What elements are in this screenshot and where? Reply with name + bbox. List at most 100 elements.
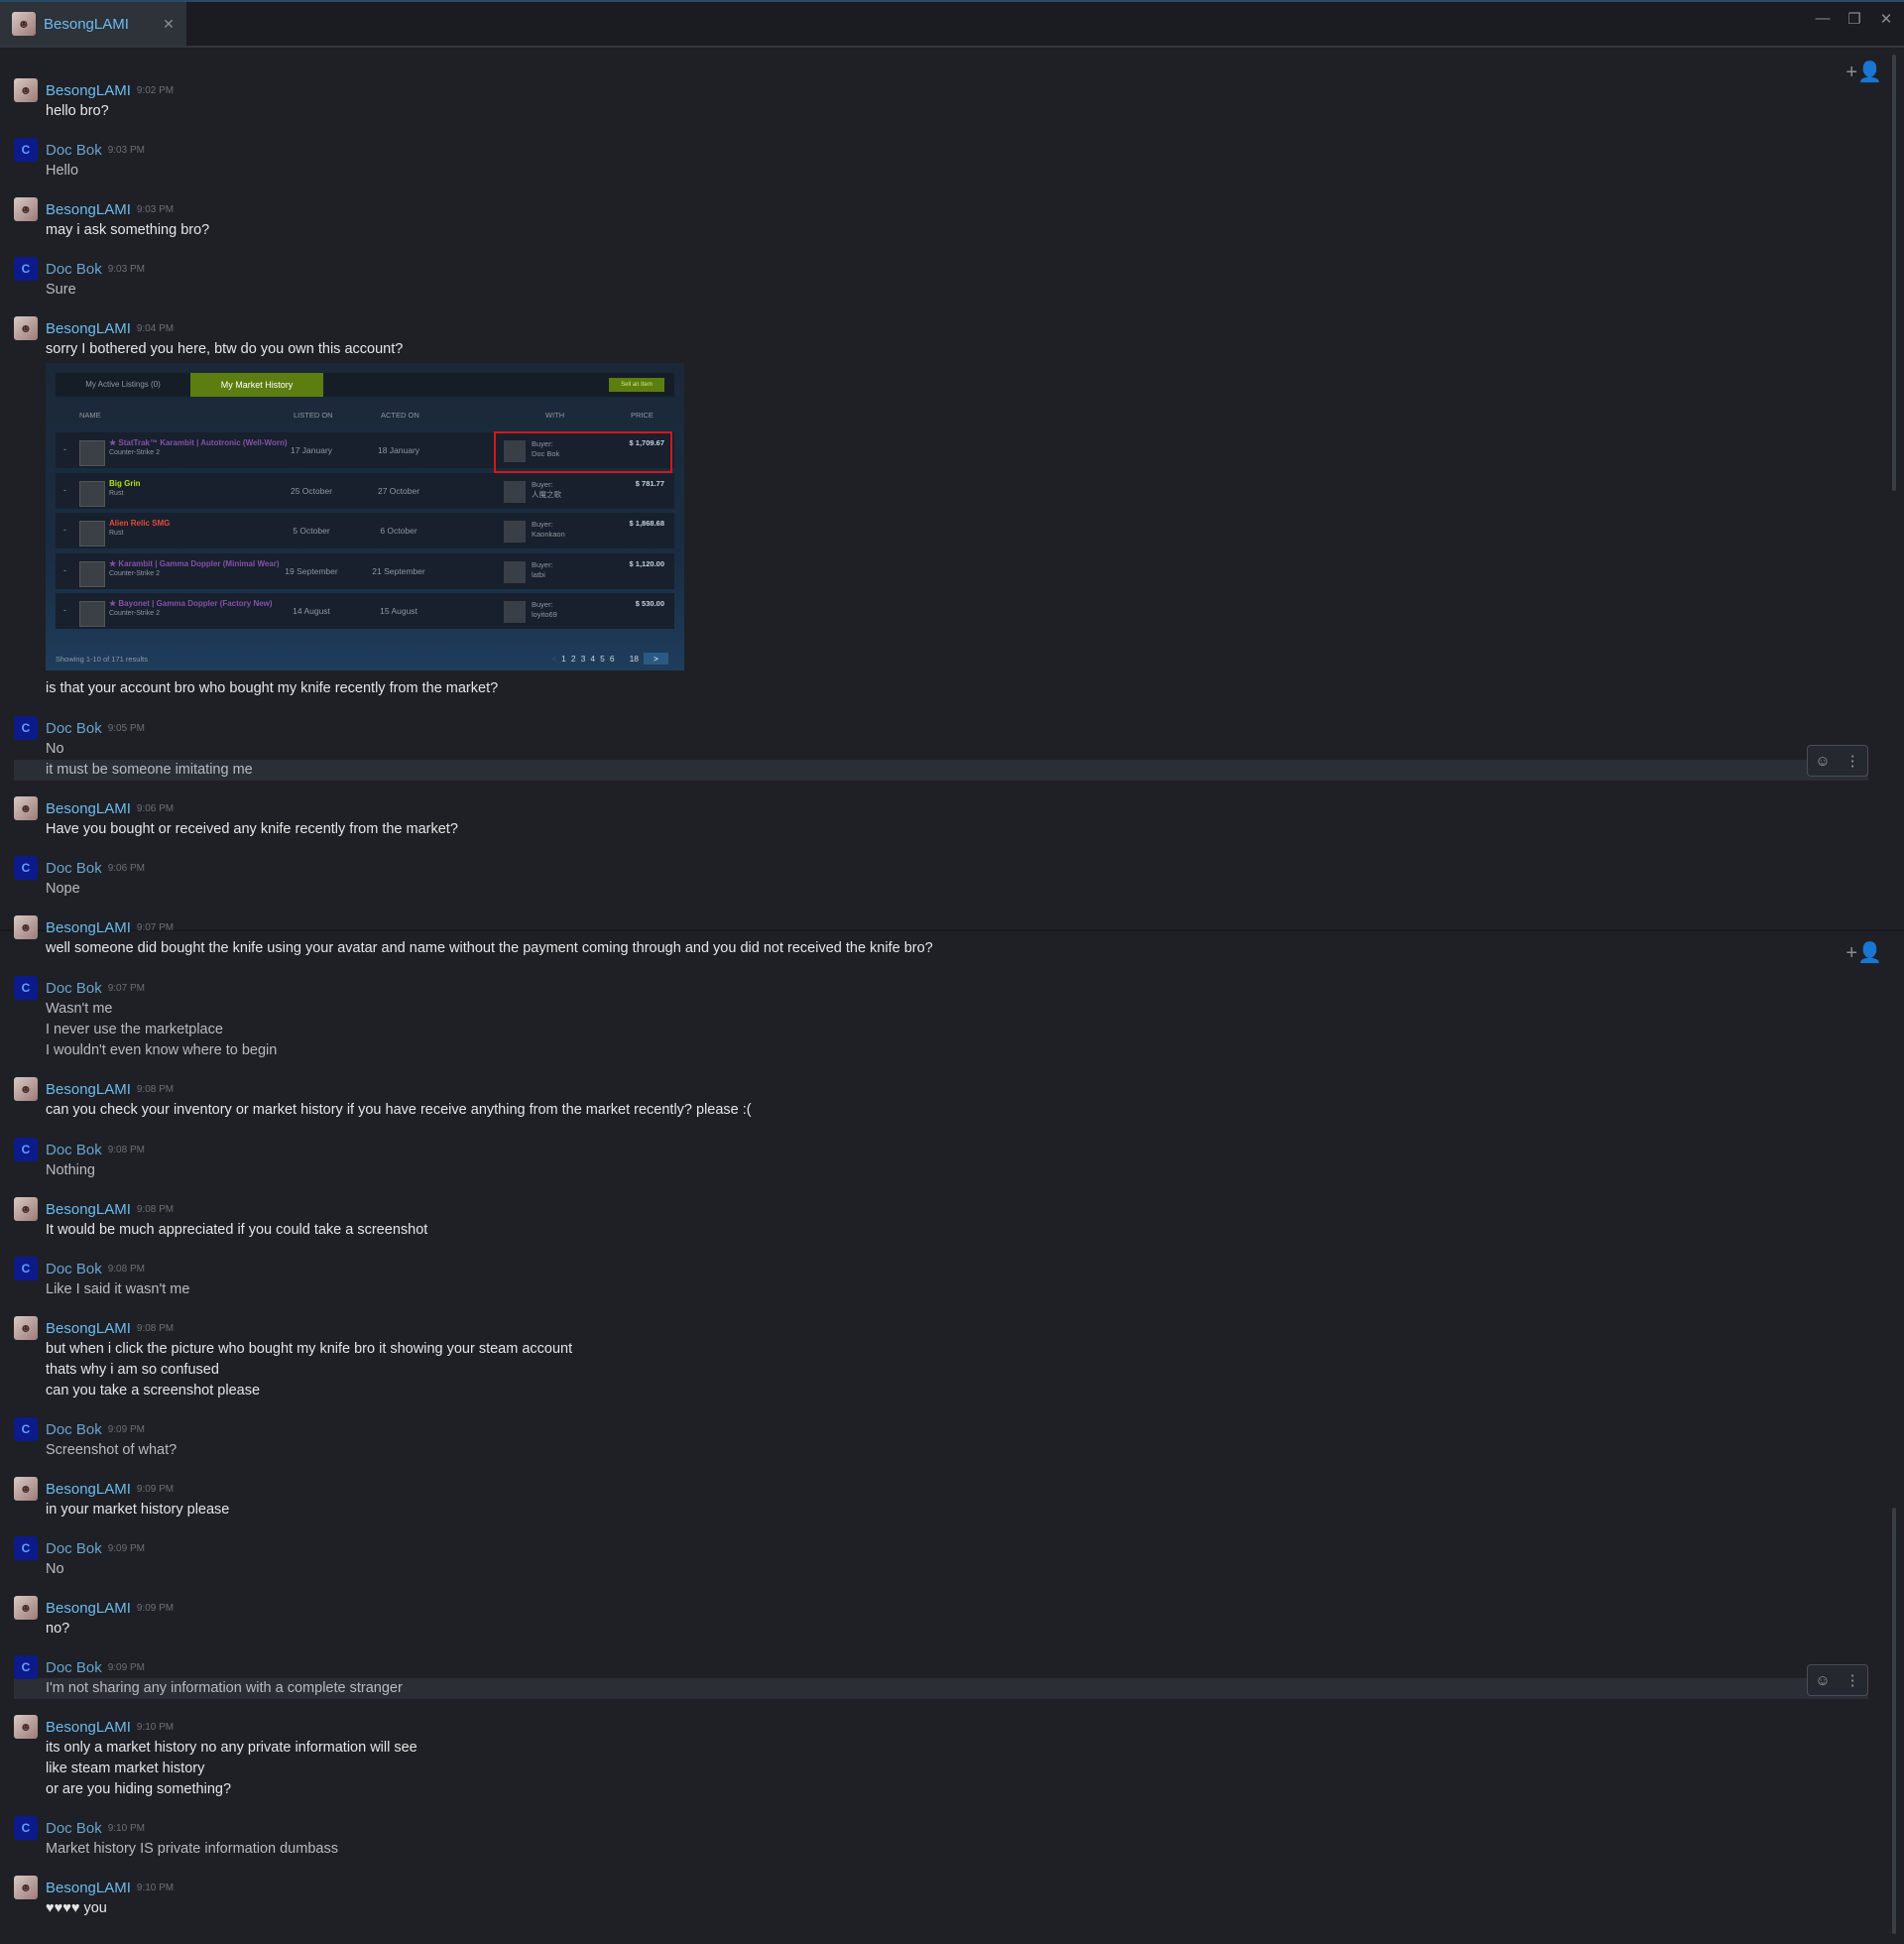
acted-on: 18 January [377,445,420,455]
avatar[interactable]: C [14,856,38,880]
timestamp: 9:08 PM [136,1083,175,1095]
sender-name[interactable]: BesongLAMI [46,1320,131,1337]
avatar[interactable]: C [14,1536,38,1560]
close-icon[interactable]: ✕ [1872,10,1900,28]
avatar[interactable]: ☻ [14,1477,38,1501]
sender-name[interactable]: BesongLAMI [46,320,131,337]
avatar[interactable]: C [14,1257,38,1280]
avatar[interactable]: ☻ [14,197,38,221]
listed-on: 17 January [290,445,333,455]
market-row: - ★ Bayonet | Gamma Doppler (Factory New)… [56,593,674,629]
message-text: may i ask something bro? [46,222,210,238]
timestamp: 9:03 PM [107,263,145,275]
avatar[interactable]: ☻ [14,1715,38,1739]
message-text: I wouldn't even know where to begin [46,1042,278,1058]
sender-name[interactable]: BesongLAMI [46,1081,131,1098]
message-text: is that your account bro who bought my k… [46,680,499,696]
sender-name[interactable]: BesongLAMI [46,82,131,99]
row-dash: - [63,605,66,615]
message-group: C Doc Bok 9:05 PM No it must be someone im… [14,716,1868,781]
message-group: ☻ BesongLAMI 9:09 PM no? [14,1596,1868,1640]
sender-name[interactable]: BesongLAMI [46,1880,131,1896]
message-text: or are you hiding something? [46,1781,232,1797]
avatar[interactable]: ☻ [14,1077,38,1101]
sender-name[interactable]: Doc Bok [46,1540,102,1557]
sender-name[interactable]: Doc Bok [46,860,102,877]
avatar[interactable]: C [14,1417,38,1441]
chat-tab[interactable]: ☻ BesongLAMI ✕ [0,2,186,46]
message-text-hovered: it must be someone imitating me [14,760,1868,781]
sender-name[interactable]: BesongLAMI [46,919,131,936]
tab-avatar: ☻ [12,12,36,36]
column-header: LISTED ON [294,411,333,420]
scrollbar-upper[interactable] [1892,55,1896,491]
scrollbar-lower[interactable] [1892,1508,1896,1934]
sender-name[interactable]: BesongLAMI [46,1719,131,1736]
message-group: C Doc Bok 9:03 PM Sure [14,257,1868,301]
tab-close-icon[interactable]: ✕ [157,16,180,33]
avatar[interactable]: ☻ [14,1197,38,1221]
emoji-add-icon[interactable]: ☺ [1815,753,1830,770]
more-vertical-icon[interactable]: ⋮ [1845,752,1860,770]
avatar[interactable]: C [14,257,38,281]
market-history-screenshot[interactable]: My Active Listings (0) My Market History… [46,363,684,670]
sender-name[interactable]: Doc Bok [46,1142,102,1158]
avatar[interactable]: C [14,716,38,740]
more-vertical-icon[interactable]: ⋮ [1845,1671,1860,1689]
sender-name[interactable]: BesongLAMI [46,1201,131,1218]
avatar[interactable]: ☻ [14,1876,38,1899]
sender-name[interactable]: Doc Bok [46,1659,102,1676]
message-text: in your market history please [46,1502,230,1518]
item-name: ★ StatTrak™ Karambit | Autotronic (Well-… [109,438,288,447]
item-game: Counter-Strike 2 [109,449,160,456]
page-link: 2 [570,654,576,664]
message-group: ☻ BesongLAMI 9:08 PM It would be much appr… [14,1197,1868,1241]
acted-on: 21 September [372,566,425,576]
sender-name[interactable]: Doc Bok [46,980,102,997]
timestamp: 9:10 PM [136,1882,175,1893]
avatar[interactable]: C [14,1138,38,1161]
avatar[interactable]: ☻ [14,1316,38,1340]
item-name: Big Grin [109,479,141,488]
timestamp: 9:06 PM [136,802,175,814]
avatar[interactable]: C [14,138,38,162]
message-hover-toolbar: ☺ ⋮ [1807,1664,1868,1696]
message-text: hello bro? [46,103,109,119]
sender-name[interactable]: Doc Bok [46,1820,102,1837]
message-text: sorry I bothered you here, btw do you ow… [46,341,404,357]
buyer-avatar [504,521,526,543]
restore-icon[interactable]: ❐ [1841,10,1868,28]
timestamp: 9:03 PM [136,203,175,215]
message-group-continued: is that your account bro who bought my k… [14,678,1868,699]
sender-name[interactable]: Doc Bok [46,1261,102,1277]
timestamp: 9:09 PM [107,1423,145,1435]
sender-name[interactable]: Doc Bok [46,720,102,737]
buyer-info: Buyer: latbi [532,560,553,580]
sender-name[interactable]: Doc Bok [46,1421,102,1438]
avatar[interactable]: ☻ [14,78,38,102]
sender-name[interactable]: BesongLAMI [46,201,131,218]
tab-active-listings: My Active Listings (0) [85,380,161,389]
sender-name[interactable]: BesongLAMI [46,800,131,817]
sender-name[interactable]: BesongLAMI [46,1481,131,1498]
minimize-icon[interactable]: — [1809,10,1837,27]
sender-name[interactable]: BesongLAMI [46,1600,131,1617]
acted-on: 6 October [380,526,417,536]
avatar[interactable]: C [14,976,38,1000]
timestamp: 9:08 PM [107,1263,145,1275]
buyer-name: loyito69 [532,610,557,619]
item-thumbnail [79,521,105,547]
avatar[interactable]: ☻ [14,316,38,340]
avatar[interactable]: ☻ [14,1596,38,1620]
message-text: no? [46,1621,70,1637]
emoji-add-icon[interactable]: ☺ [1815,1672,1830,1689]
tab-title: BesongLAMI [44,15,129,33]
sender-name[interactable]: Doc Bok [46,142,102,159]
avatar[interactable]: ☻ [14,915,38,939]
avatar[interactable]: ☻ [14,796,38,820]
avatar[interactable]: C [14,1816,38,1840]
item-name: Alien Relic SMG [109,519,171,528]
sender-name[interactable]: Doc Bok [46,261,102,278]
sell-item-button: Sell an Item [609,378,664,392]
avatar[interactable]: C [14,1655,38,1679]
